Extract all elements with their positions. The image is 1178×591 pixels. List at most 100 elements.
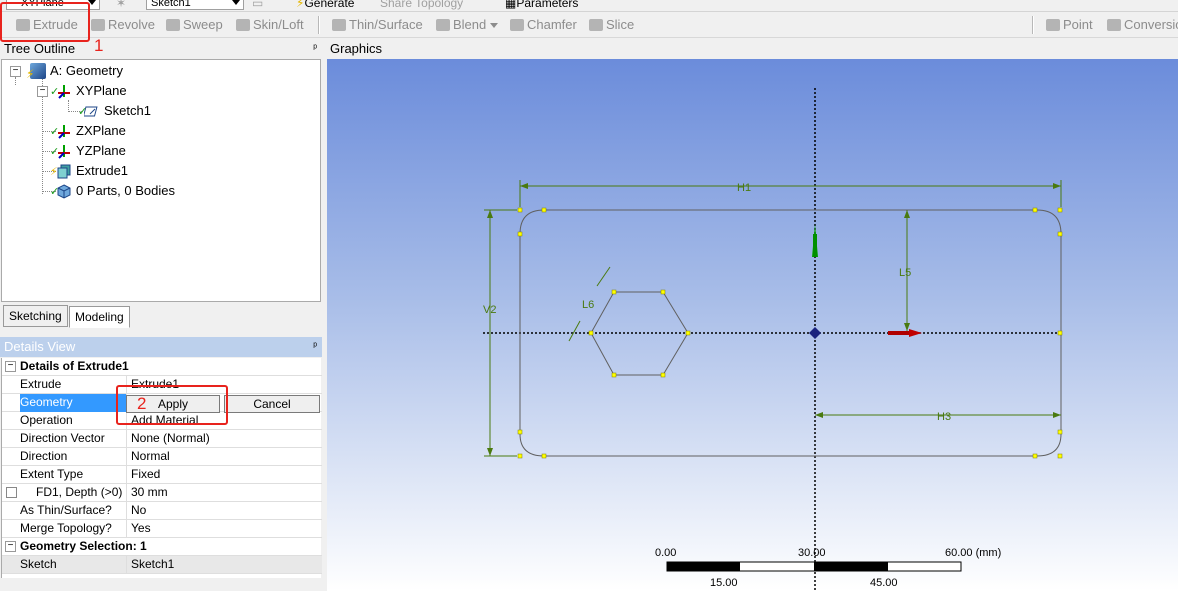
row-key: Sketch <box>20 556 127 574</box>
details-row-depth[interactable]: FD1, Depth (>0) 30 mm <box>2 484 322 502</box>
annotation-number-2: 2 <box>137 394 147 413</box>
tree-node-geometry[interactable]: ⚡ A: Geometry <box>26 62 123 81</box>
collapse-icon[interactable]: − <box>37 86 48 97</box>
highlight-box-apply <box>116 385 228 425</box>
dimension-label-l6: L6 <box>582 299 594 311</box>
share-topology-button[interactable]: Share Topology <box>380 0 463 10</box>
row-value: Sketch1 <box>131 557 175 571</box>
tab-sketching[interactable]: Sketching <box>3 305 68 327</box>
revolve-button[interactable]: Revolve <box>91 16 155 34</box>
collapse-icon[interactable]: − <box>10 66 21 77</box>
sweep-label: Sweep <box>183 17 223 32</box>
collapse-icon[interactable]: − <box>5 541 16 552</box>
details-row-direction-vector[interactable]: Direction Vector None (Normal) <box>2 430 322 448</box>
pin-icon[interactable]: ᵖ <box>313 337 322 357</box>
row-key: FD1, Depth (>0) <box>20 484 127 502</box>
details-row-direction[interactable]: Direction Normal <box>2 448 322 466</box>
section-title: Details of Extrude1 <box>20 359 129 373</box>
row-value: Normal <box>131 449 170 463</box>
skin-loft-icon <box>236 19 250 31</box>
plane-axes-icon: ✓ <box>50 143 72 159</box>
parameters-button[interactable]: ▦Parameters <box>505 0 578 10</box>
row-key: Extrude <box>20 376 127 394</box>
chamfer-button[interactable]: Chamfer <box>510 16 577 34</box>
tree-node-yzplane[interactable]: ✓ YZPlane <box>50 142 126 160</box>
skin-loft-button[interactable]: Skin/Loft <box>236 16 304 34</box>
graphics-title: Graphics <box>330 41 383 56</box>
new-sketch-icon[interactable]: ▭ <box>252 0 263 10</box>
row-key: Merge Topology? <box>20 520 127 538</box>
row-value: 30 mm <box>131 485 168 499</box>
tree-line <box>15 77 16 85</box>
parameters-icon: ▦ <box>505 0 517 10</box>
generate-label: Generate <box>304 0 355 10</box>
graphics-header: Graphics <box>327 38 1178 59</box>
sweep-button[interactable]: Sweep <box>166 16 223 34</box>
scale-label: 0.00 <box>655 547 676 559</box>
details-row-extent-type[interactable]: Extent Type Fixed <box>2 466 322 484</box>
section-title: Geometry Selection: 1 <box>20 539 147 553</box>
tree-node-label: Sketch1 <box>104 103 151 118</box>
slice-label: Slice <box>606 17 635 32</box>
sketch-select-value: Sketch1 <box>151 0 191 9</box>
blend-button[interactable]: Blend <box>436 16 499 34</box>
row-key: Operation <box>20 412 127 430</box>
details-section-header[interactable]: − Details of Extrude1 <box>2 358 322 376</box>
slice-button[interactable]: Slice <box>589 16 634 34</box>
new-plane-icon[interactable]: ✶ <box>116 0 126 10</box>
chamfer-label: Chamfer <box>527 17 577 32</box>
tree-outline-header: Tree Outline ᵖ <box>0 39 322 59</box>
conversion-button[interactable]: Conversion <box>1107 16 1178 34</box>
tree-node-extrude1[interactable]: ⚡ Extrude1 <box>50 162 129 180</box>
row-value: Yes <box>131 521 151 535</box>
details-row-sketch[interactable]: Sketch Sketch1 <box>2 556 322 574</box>
tree-node-label: ZXPlane <box>76 123 126 138</box>
tree-node-label: YZPlane <box>76 143 126 158</box>
dimension-label-h3: H3 <box>937 411 951 423</box>
tab-modeling[interactable]: Modeling <box>69 306 130 328</box>
generate-button[interactable]: ⚡Generate <box>296 0 354 10</box>
row-key: As Thin/Surface? <box>20 502 127 520</box>
toolbar-separator <box>1032 16 1034 34</box>
plane-axes-icon: ✓ <box>50 123 72 139</box>
tree-node-label: XYPlane <box>76 83 127 98</box>
mode-tabs: Sketching Modeling <box>1 305 321 329</box>
details-view-header: Details View ᵖ <box>0 337 322 357</box>
origin-point <box>809 327 821 339</box>
tree-node-label: Extrude1 <box>76 163 129 178</box>
graphics-viewport[interactable]: H1 V2 L5 L6 H3 0.00 30.00 60.00 (mm) 15.… <box>327 59 1178 591</box>
highlight-box-extrude <box>0 2 90 42</box>
parts-cube-icon: ✓ <box>50 183 72 199</box>
row-value: No <box>131 503 147 517</box>
point-label: Point <box>1063 17 1093 32</box>
thin-surface-button[interactable]: Thin/Surface <box>332 16 423 34</box>
point-button[interactable]: Point <box>1046 16 1093 34</box>
sketch-select[interactable]: Sketch1 <box>146 0 244 10</box>
details-section-geometry-selection[interactable]: − Geometry Selection: 1 <box>2 538 322 556</box>
details-row-merge-topology[interactable]: Merge Topology? Yes <box>2 520 322 538</box>
row-key: Direction <box>20 448 127 466</box>
pin-icon[interactable]: ᵖ <box>313 39 322 59</box>
cancel-button[interactable]: Cancel <box>224 395 320 413</box>
blend-icon <box>436 19 450 31</box>
tab-label: Modeling <box>75 310 124 324</box>
dimensions <box>484 180 1062 457</box>
plane-axes-icon: ✓ <box>50 83 72 99</box>
dimension-label-v2: V2 <box>483 304 496 316</box>
thin-surface-icon <box>332 19 346 31</box>
tree-node-sketch1[interactable]: ✓ Sketch1 <box>78 102 151 120</box>
conversion-label: Conversion <box>1124 17 1178 32</box>
tree-node-zxplane[interactable]: ✓ ZXPlane <box>50 122 126 140</box>
revolve-label: Revolve <box>108 17 155 32</box>
parameter-checkbox[interactable] <box>6 487 17 498</box>
tree-node-parts[interactable]: ✓ 0 Parts, 0 Bodies <box>50 182 175 200</box>
scale-label: 15.00 <box>710 577 738 589</box>
sketch-canvas[interactable]: H1 V2 L5 L6 H3 0.00 30.00 60.00 (mm) 15.… <box>327 59 1178 591</box>
extrude-icon: ⚡ <box>50 163 72 179</box>
details-row-thin-surface[interactable]: As Thin/Surface? No <box>2 502 322 520</box>
tree-outline: − ⚡ A: Geometry − ✓ XYPlane ✓ Sketch1 ✓ … <box>1 59 321 302</box>
collapse-icon[interactable]: − <box>5 361 16 372</box>
cancel-label: Cancel <box>253 397 291 411</box>
scale-label: 30.00 <box>798 547 826 559</box>
tree-node-xyplane[interactable]: ✓ XYPlane <box>50 82 127 100</box>
